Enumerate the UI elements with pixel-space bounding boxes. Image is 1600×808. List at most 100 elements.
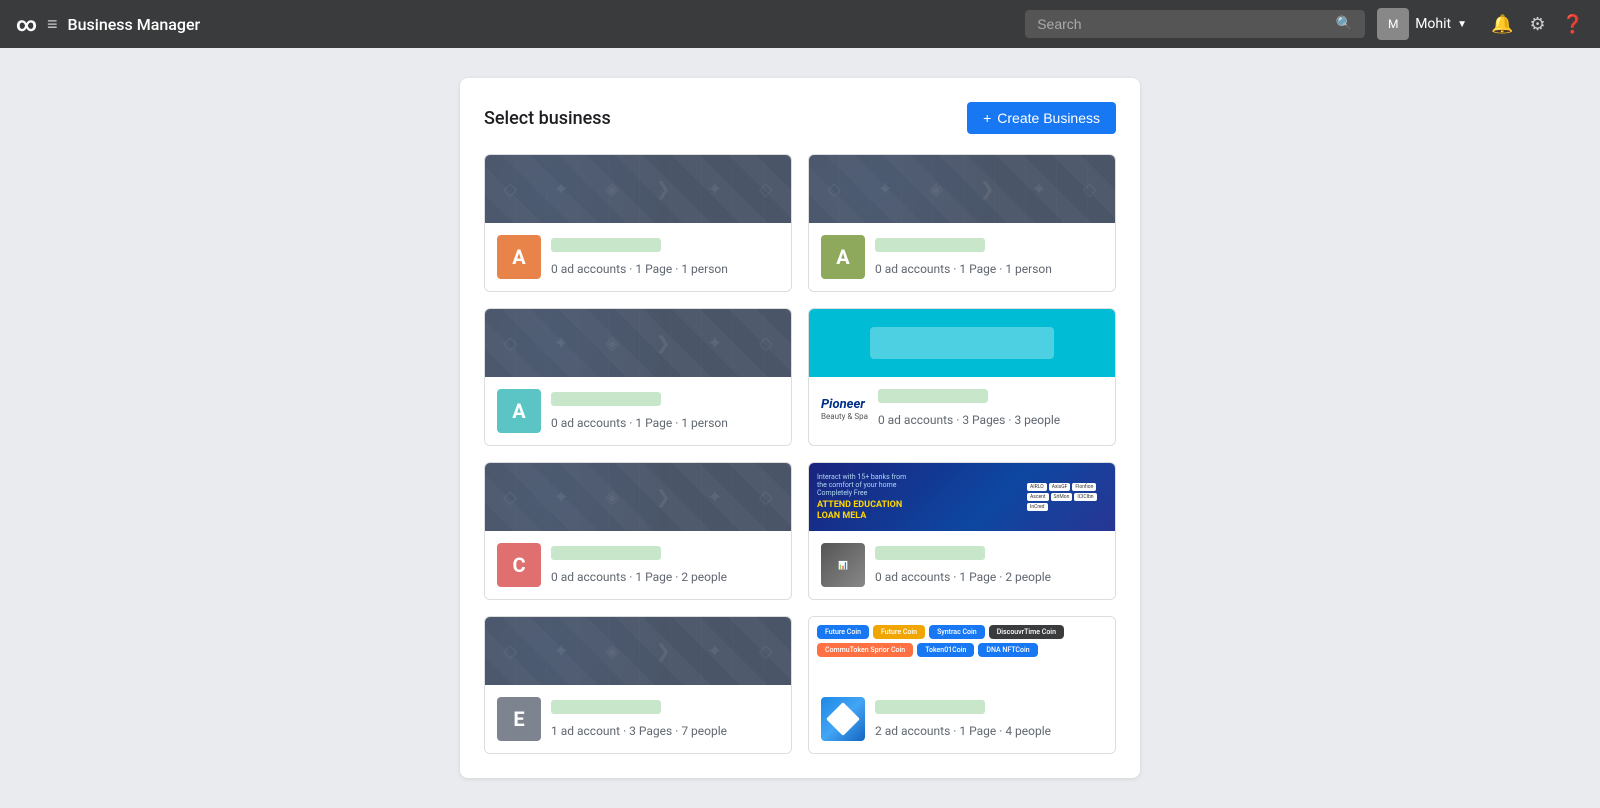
edu-badge: InCred <box>1027 503 1048 511</box>
biz-name-placeholder <box>551 700 661 714</box>
card-banner: ◇✦◈❯✦◇ <box>485 463 791 531</box>
biz-name-placeholder <box>878 389 988 403</box>
card-info: Pioneer Beauty & Spa 0 ad accounts · 3 P… <box>809 377 1115 440</box>
biz-name-placeholder <box>551 238 661 252</box>
pill: Syntrac Coin <box>929 625 985 639</box>
hamburger-icon[interactable]: ≡ <box>47 14 58 35</box>
plus-icon: + <box>983 110 991 126</box>
pill: Future Coin <box>873 625 925 639</box>
biz-meta: 1 ad account · 3 Pages · 7 people <box>551 724 727 738</box>
biz-avatar: A <box>821 235 865 279</box>
select-panel: Select business + Create Business ◇✦◈❯✦◇… <box>460 78 1140 778</box>
nav-logo: ∞ ≡ Business Manager <box>16 12 200 36</box>
avatar: M <box>1377 8 1409 40</box>
settings-icon[interactable]: ⚙ <box>1529 14 1545 35</box>
biz-details: 0 ad accounts · 1 Page · 1 person <box>551 238 779 277</box>
pioneer-name: Pioneer <box>821 397 865 412</box>
edu-badge: Flonfion <box>1072 483 1096 491</box>
pill: Future Coin <box>817 625 869 639</box>
search-icon: 🔍 <box>1336 16 1353 32</box>
business-card[interactable]: ◇✦◈❯✦◇ A 0 ad accounts · 1 Page · 1 pers… <box>484 154 792 292</box>
biz-details: 0 ad accounts · 1 Page · 1 person <box>551 392 779 431</box>
business-card[interactable]: Future Coin Future Coin Syntrac Coin Dis… <box>808 616 1116 754</box>
business-card[interactable]: Pioneer Beauty & Spa 0 ad accounts · 3 P… <box>808 308 1116 446</box>
biz-details: 2 ad accounts · 1 Page · 4 people <box>875 700 1103 739</box>
pill: CommuToken Sprior Coin <box>817 643 913 657</box>
biz-meta: 0 ad accounts · 1 Page · 2 people <box>551 570 727 584</box>
card-info: E 1 ad account · 3 Pages · 7 people <box>485 685 791 753</box>
biz-avatar: C <box>497 543 541 587</box>
biz-details: 0 ad accounts · 1 Page · 1 person <box>875 238 1103 277</box>
business-card[interactable]: ◇✦◈❯✦◇ A 0 ad accounts · 1 Page · 1 pers… <box>484 308 792 446</box>
pioneer-sub: Beauty & Spa <box>821 412 868 421</box>
edu-badge: ICICIbn <box>1074 493 1096 501</box>
edu-badge: AIRLO <box>1027 483 1047 491</box>
diamond-inner <box>826 702 860 736</box>
card-info: 2 ad accounts · 1 Page · 4 people <box>809 685 1115 753</box>
card-banner: Interact with 15+ banks fromthe comfort … <box>809 463 1115 531</box>
edu-text-2: ATTEND EDUCATIONLOAN MELA <box>817 500 1027 522</box>
card-info: A 0 ad accounts · 1 Page · 1 person <box>485 223 791 291</box>
create-business-button[interactable]: + Create Business <box>967 102 1116 134</box>
biz-meta: 2 ad accounts · 1 Page · 4 people <box>875 724 1051 738</box>
chevron-down-icon: ▼ <box>1457 19 1467 30</box>
card-banner: ◇✦◈❯✦◇ <box>485 309 791 377</box>
edu-badge: Ascent <box>1027 493 1049 501</box>
card-banner: ◇✦◈❯✦◇ <box>485 155 791 223</box>
biz-name-placeholder <box>551 392 661 406</box>
biz-meta: 0 ad accounts · 1 Page · 1 person <box>551 262 728 276</box>
card-info: 📊 0 ad accounts · 1 Page · 2 people <box>809 531 1115 599</box>
biz-avatar: A <box>497 389 541 433</box>
nav-icons: 🔔 ⚙ ❓ <box>1491 14 1584 35</box>
card-info: A 0 ad accounts · 1 Page · 1 person <box>485 377 791 445</box>
biz-details: 0 ad accounts · 1 Page · 2 people <box>875 546 1103 585</box>
banner-pattern: ◇✦◈❯✦◇ <box>485 463 791 531</box>
business-card[interactable]: ◇✦◈❯✦◇ E 1 ad account · 3 Pages · 7 peop… <box>484 616 792 754</box>
biz-meta: 0 ad accounts · 3 Pages · 3 people <box>878 413 1060 427</box>
help-icon[interactable]: ❓ <box>1562 14 1584 35</box>
pill: Token01Coin <box>917 643 974 657</box>
pill: DiscouvrTime Coin <box>989 625 1064 639</box>
card-banner: ◇✦◈❯✦◇ <box>809 155 1115 223</box>
business-grid: ◇✦◈❯✦◇ A 0 ad accounts · 1 Page · 1 pers… <box>484 154 1116 754</box>
edu-badges: AIRLO AxisGF Flonfion Ascent SriMon ICIC… <box>1027 483 1107 511</box>
business-card[interactable]: ◇✦◈❯✦◇ A 0 ad accounts · 1 Page · 1 pers… <box>808 154 1116 292</box>
business-card[interactable]: Interact with 15+ banks fromthe comfort … <box>808 462 1116 600</box>
card-banner: ◇✦◈❯✦◇ <box>485 617 791 685</box>
banner-pattern: ◇✦◈❯✦◇ <box>809 155 1115 223</box>
edu-badge: SriMon <box>1051 493 1073 501</box>
meta-logo-icon: ∞ <box>16 12 37 36</box>
create-button-label: Create Business <box>997 110 1100 126</box>
biz-details: 1 ad account · 3 Pages · 7 people <box>551 700 779 739</box>
biz-meta: 0 ad accounts · 1 Page · 2 people <box>875 570 1051 584</box>
card-banner: Future Coin Future Coin Syntrac Coin Dis… <box>809 617 1115 685</box>
search-bar[interactable]: 🔍 <box>1025 10 1365 38</box>
user-menu[interactable]: M Mohit ▼ <box>1377 8 1467 40</box>
banner-pattern: ◇✦◈❯✦◇ <box>485 309 791 377</box>
biz-meta: 0 ad accounts · 1 Page · 1 person <box>875 262 1052 276</box>
card-banner <box>809 309 1115 377</box>
biz-details: 0 ad accounts · 3 Pages · 3 people <box>878 389 1103 428</box>
biz-name-placeholder <box>875 238 985 252</box>
notifications-icon[interactable]: 🔔 <box>1491 14 1513 35</box>
search-input[interactable] <box>1037 16 1328 32</box>
biz-details: 0 ad accounts · 1 Page · 2 people <box>551 546 779 585</box>
biz-name-placeholder <box>551 546 661 560</box>
biz-avatar: E <box>497 697 541 741</box>
biz-name-placeholder <box>875 700 985 714</box>
navbar: ∞ ≡ Business Manager 🔍 M Mohit ▼ 🔔 ⚙ ❓ <box>0 0 1600 48</box>
banner-pattern: ◇✦◈❯✦◇ <box>485 617 791 685</box>
biz-avatar: A <box>497 235 541 279</box>
biz-meta: 0 ad accounts · 1 Page · 1 person <box>551 416 728 430</box>
card-info: C 0 ad accounts · 1 Page · 2 people <box>485 531 791 599</box>
biz-logo: Pioneer Beauty & Spa <box>821 397 868 421</box>
main-content: Select business + Create Business ◇✦◈❯✦◇… <box>0 48 1600 808</box>
banner-pattern: ◇✦◈❯✦◇ <box>485 155 791 223</box>
card-info: A 0 ad accounts · 1 Page · 1 person <box>809 223 1115 291</box>
edu-text-1: Interact with 15+ banks fromthe comfort … <box>817 473 1027 498</box>
edu-badge: AxisGF <box>1049 483 1071 491</box>
panel-header: Select business + Create Business <box>484 102 1116 134</box>
business-card[interactable]: ◇✦◈❯✦◇ C 0 ad accounts · 1 Page · 2 peop… <box>484 462 792 600</box>
banner-cyan-placeholder <box>870 327 1054 359</box>
biz-name-placeholder <box>875 546 985 560</box>
